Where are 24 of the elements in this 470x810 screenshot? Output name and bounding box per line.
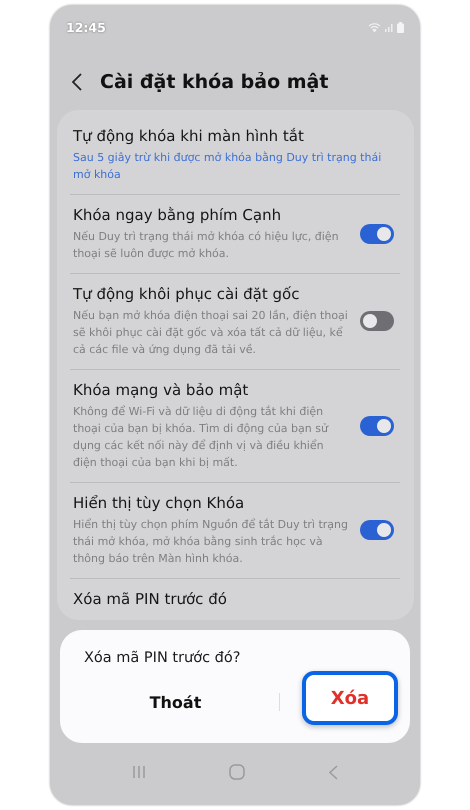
setting-title[interactable]: Hiển thị tùy chọn Khóa	[73, 493, 348, 513]
delete-button[interactable]: Xóa	[302, 671, 398, 725]
signal-icon	[384, 22, 394, 32]
dialog-message: Xóa mã PIN trước đó?	[83, 650, 242, 666]
setting-title[interactable]: Tự động khóa khi màn hình tắt	[73, 126, 394, 146]
setting-description: Không để Wi-Fi và dữ liệu di động tắt khi điện thoại của bạn bị khóa. Tìm di động của bạn sử dụng các kết nối này để định vị và điều khiển điện thoại của bạn khi bị mất.	[73, 404, 330, 471]
setting-description: Hiển thị tùy chọn phím Nguồn để tắt Duy trì trạng thái mở khóa, mở khóa bằng sinh trắc học và thông báo trên Màn hình khóa.	[73, 517, 348, 567]
setting-title[interactable]: Khóa ngay bằng phím Cạnh	[73, 205, 348, 225]
battery-icon	[397, 22, 404, 32]
setting-title[interactable]: Khóa mạng và bảo mật	[73, 380, 348, 400]
setting-description: Nếu Duy trì trạng thái mở khóa có hiệu lực, điện thoại sẽ luôn được mở khóa.	[73, 229, 340, 262]
toggle-switch[interactable]	[360, 416, 394, 436]
toggle-switch[interactable]	[360, 224, 394, 244]
toggle-switch[interactable]	[360, 520, 394, 540]
setting-title[interactable]: Xóa mã PIN trước đó	[73, 589, 394, 609]
back-icon[interactable]	[72, 73, 82, 91]
toggle-switch[interactable]	[360, 311, 394, 331]
setting-description: Sau 5 giây trừ khi được mở khóa bằng Duy trì trạng thái mở khóa	[73, 150, 382, 183]
setting-description: Nếu bạn mở khóa điện thoại sai 20 lần, điện thoại sẽ khôi phục cài đặt gốc và xóa tất cả dữ liệu, kể cả các file và ứng dụng đã tải về.	[73, 308, 348, 358]
page-title: Cài đặt khóa bảo mật	[100, 71, 328, 93]
wifi-icon	[368, 22, 381, 32]
setting-title[interactable]: Tự động khôi phục cài đặt gốc	[73, 284, 348, 304]
cancel-button[interactable]: Thoát	[72, 677, 279, 727]
status-time: 12:45	[66, 20, 106, 34]
